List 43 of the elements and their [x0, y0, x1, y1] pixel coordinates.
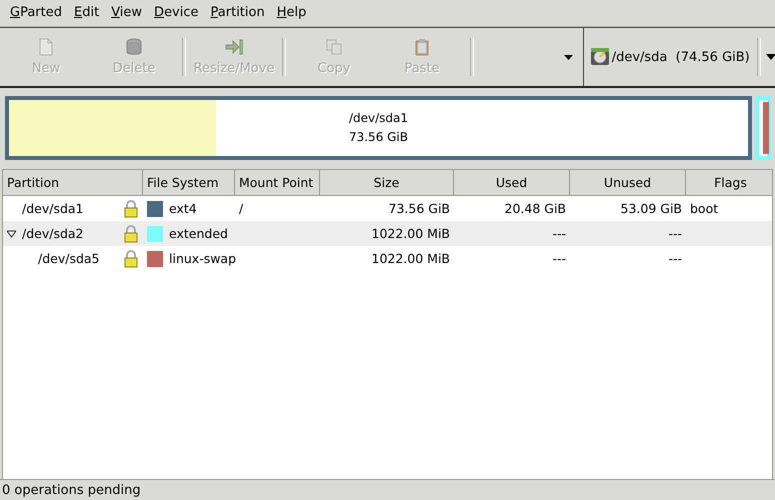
partition-size: 73.56 GiB: [348, 129, 408, 146]
partition-name: /dev/sda1: [22, 201, 85, 216]
tool-icon: [325, 38, 343, 56]
partition-name: /dev/sda5: [38, 251, 101, 266]
unused-value: ---: [668, 226, 682, 241]
size-value: 1022.00 MiB: [372, 226, 450, 241]
flags-value: boot: [690, 201, 718, 216]
partition-name: /dev/sda2: [22, 226, 85, 241]
tool-icon: [413, 38, 431, 56]
size-value: 73.56 GiB: [388, 201, 450, 216]
menu-item[interactable]: Edit: [68, 3, 106, 23]
menu-item[interactable]: Device: [148, 3, 205, 23]
used-value: ---: [552, 251, 566, 266]
partition-name: /dev/sda1: [348, 110, 408, 127]
column-header[interactable]: File System: [143, 170, 235, 196]
tool-icon: [125, 38, 143, 56]
menu-item[interactable]: View: [105, 3, 148, 23]
column-header[interactable]: Unused: [570, 170, 686, 196]
column-header[interactable]: Used: [454, 170, 570, 196]
overflow-arrow-icon[interactable]: [564, 54, 573, 60]
menu-item[interactable]: Partition: [204, 3, 271, 23]
filesystem-name: extended: [169, 226, 228, 241]
extended-partition-block[interactable]: [755, 96, 771, 160]
column-header[interactable]: Mount Point: [235, 170, 320, 196]
unused-value: ---: [668, 251, 682, 266]
menu-item[interactable]: GParted: [4, 3, 68, 23]
column-header[interactable]: Partition: [3, 170, 143, 196]
partition-block[interactable]: /dev/sda1 73.56 GiB: [5, 96, 752, 160]
status-text: 0 operations pending: [2, 482, 141, 498]
tool-icon: [37, 38, 55, 56]
dropdown-arrow-icon: [766, 54, 775, 60]
column-header[interactable]: Size: [320, 170, 454, 196]
device-selector[interactable]: /dev/sda (74.56 GiB): [583, 28, 775, 86]
filesystem-name: linux-swap: [169, 251, 236, 266]
expander-icon[interactable]: [7, 230, 16, 238]
tool-icon: [225, 38, 243, 56]
unused-value: 53.09 GiB: [620, 201, 682, 216]
used-value: 20.48 GiB: [504, 201, 566, 216]
used-value: ---: [552, 226, 566, 241]
size-value: 1022.00 MiB: [372, 251, 450, 266]
filesystem-name: ext4: [169, 201, 197, 216]
menu-item[interactable]: Help: [270, 3, 312, 23]
mount-point: /: [239, 201, 244, 216]
